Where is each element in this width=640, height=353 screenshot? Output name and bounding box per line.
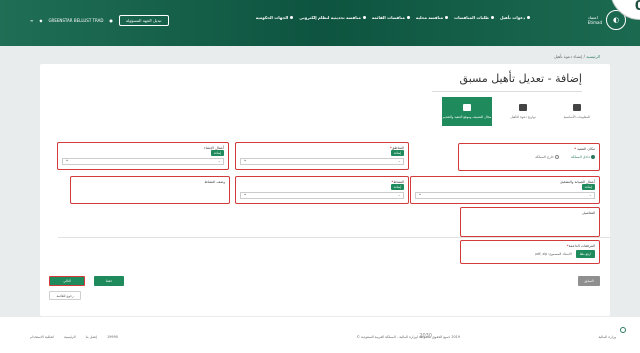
top-header: ◐ اعتماد Etimad دعوات تأهيل طلبات المناف… xyxy=(0,0,640,46)
username[interactable]: GREENSTAR BELLUST TRAD xyxy=(48,18,103,23)
attachments-group: المرفقات الداعمة* ارفع ملفا الامتداد الم… xyxy=(460,240,600,264)
switch-entity-button[interactable]: تبديل الجهة المسؤولة xyxy=(118,15,169,26)
step-classification[interactable]: مجال التصنيف وموقع التنفيذ والتقديم xyxy=(442,97,492,126)
radio-inside[interactable]: داخل المملكة xyxy=(571,155,595,159)
footer: وزارة المالية 2030 2019 جميع الحقوق محفو… xyxy=(0,317,640,353)
grid-icon xyxy=(463,104,471,111)
step-basic-info[interactable]: المعلومات الأساسية xyxy=(554,97,600,126)
activity-desc-group: وصف النشاط xyxy=(70,176,230,204)
nav-item-qualification[interactable]: دعوات تأهيل xyxy=(500,15,530,20)
activity-fields-select[interactable]: - xyxy=(62,157,224,165)
activity-add-button[interactable]: إضافة xyxy=(390,184,404,190)
section-divider xyxy=(58,237,611,238)
breadcrumb: الرئيسية / إنشاء دعوة تأهيل xyxy=(554,54,600,59)
breadcrumb-home[interactable]: الرئيسية xyxy=(586,54,600,59)
activity-select[interactable]: - xyxy=(240,191,404,199)
breadcrumb-current: إنشاء دعوة تأهيل xyxy=(553,54,583,59)
activity-group: النشاط* إضافة - xyxy=(235,176,409,204)
step-dates[interactable]: تواريخ دعوة التأهيل xyxy=(500,97,546,126)
bell-icon[interactable]: ◆ xyxy=(39,18,42,23)
title-divider xyxy=(432,91,582,92)
footer-links: 19990 إتصل بنا الرئيسية اتفاقية الاستخدا… xyxy=(30,335,118,339)
file-extension-hint: الامتداد المسموح: pdf, zip xyxy=(535,252,572,256)
activity-fields-add-button[interactable]: إضافة xyxy=(210,150,224,156)
user-icon: ● xyxy=(109,18,113,23)
document-icon xyxy=(573,104,581,111)
nav-item-electronic[interactable]: منافسة تحديثية لنظام إلكتروني xyxy=(299,15,366,20)
footer-link-terms[interactable]: اتفاقية الاستخدام xyxy=(30,335,54,339)
ministry-name: وزارة المالية xyxy=(598,335,616,339)
footer-phone[interactable]: 19990 xyxy=(107,335,118,339)
copyright-text: 2019 جميع الحقوق محفوظة لوزارة المالية -… xyxy=(356,335,460,339)
bullet-icon xyxy=(290,16,294,19)
footer-link-home[interactable]: الرئيسية xyxy=(64,335,76,339)
ministry-logo-icon xyxy=(620,327,626,333)
execution-place-label: مكان التنفيذ xyxy=(577,147,595,151)
works-type-add-button[interactable]: إضافة xyxy=(581,184,595,190)
bullet-icon xyxy=(527,16,530,19)
next-button[interactable]: التالي xyxy=(49,276,85,286)
logo-text-en: Etimad xyxy=(587,20,602,25)
user-area: تبديل الجهة المسؤولة ● GREENSTAR BELLUST… xyxy=(30,15,169,26)
works-type-group: أعمال الصيانة والتشغيل إضافة - xyxy=(410,176,600,204)
radio-outside[interactable]: خارج المملكة xyxy=(535,155,560,159)
activity-desc-field[interactable] xyxy=(75,184,225,200)
save-button[interactable]: حفظ xyxy=(94,276,124,286)
nav-item-local[interactable]: منافسة محلية xyxy=(416,15,449,20)
radio-unchecked-icon xyxy=(555,155,560,159)
bullet-icon xyxy=(406,16,410,19)
wizard-steps: المعلومات الأساسية تواريخ دعوة التأهيل م… xyxy=(442,97,600,126)
region-add-button[interactable]: إضافة xyxy=(390,150,404,156)
execution-place-group: مكان التنفيذ * داخل المملكة خارج المملكة xyxy=(458,143,600,171)
breadcrumb-separator: / xyxy=(583,54,585,59)
radio-checked-icon xyxy=(591,155,595,159)
nav-item-list[interactable]: منافسات القائمة xyxy=(372,15,410,20)
details-textarea[interactable] xyxy=(465,215,595,233)
details-group: التفاصيل xyxy=(460,207,600,237)
region-select[interactable]: - xyxy=(240,157,404,165)
region-group: المناطق* إضافة - xyxy=(235,142,409,170)
nav-item-requests[interactable]: طلبات المنافسات xyxy=(454,15,494,20)
menu-icon[interactable]: ≡ xyxy=(30,18,33,23)
calendar-icon xyxy=(519,104,527,111)
bullet-icon xyxy=(362,16,366,19)
previous-button[interactable]: السابق xyxy=(578,276,600,286)
bullet-icon xyxy=(490,16,494,19)
activity-fields-group: أعمال الإنشاء إضافة - xyxy=(57,142,229,170)
footer-link-contact[interactable]: إتصل بنا xyxy=(86,335,97,339)
nav-item-government[interactable]: الجهات الحكومية xyxy=(256,15,294,20)
page-title: إضافة - تعديل تأهيل مسبق xyxy=(459,72,582,85)
back-to-list-button[interactable]: رجوع للقائمة xyxy=(49,291,81,300)
works-type-select[interactable]: - xyxy=(415,191,595,199)
upload-file-button[interactable]: ارفع ملفا xyxy=(575,250,595,258)
main-nav: دعوات تأهيل طلبات المنافسات منافسة محلية… xyxy=(256,15,530,20)
bullet-icon xyxy=(445,16,449,19)
